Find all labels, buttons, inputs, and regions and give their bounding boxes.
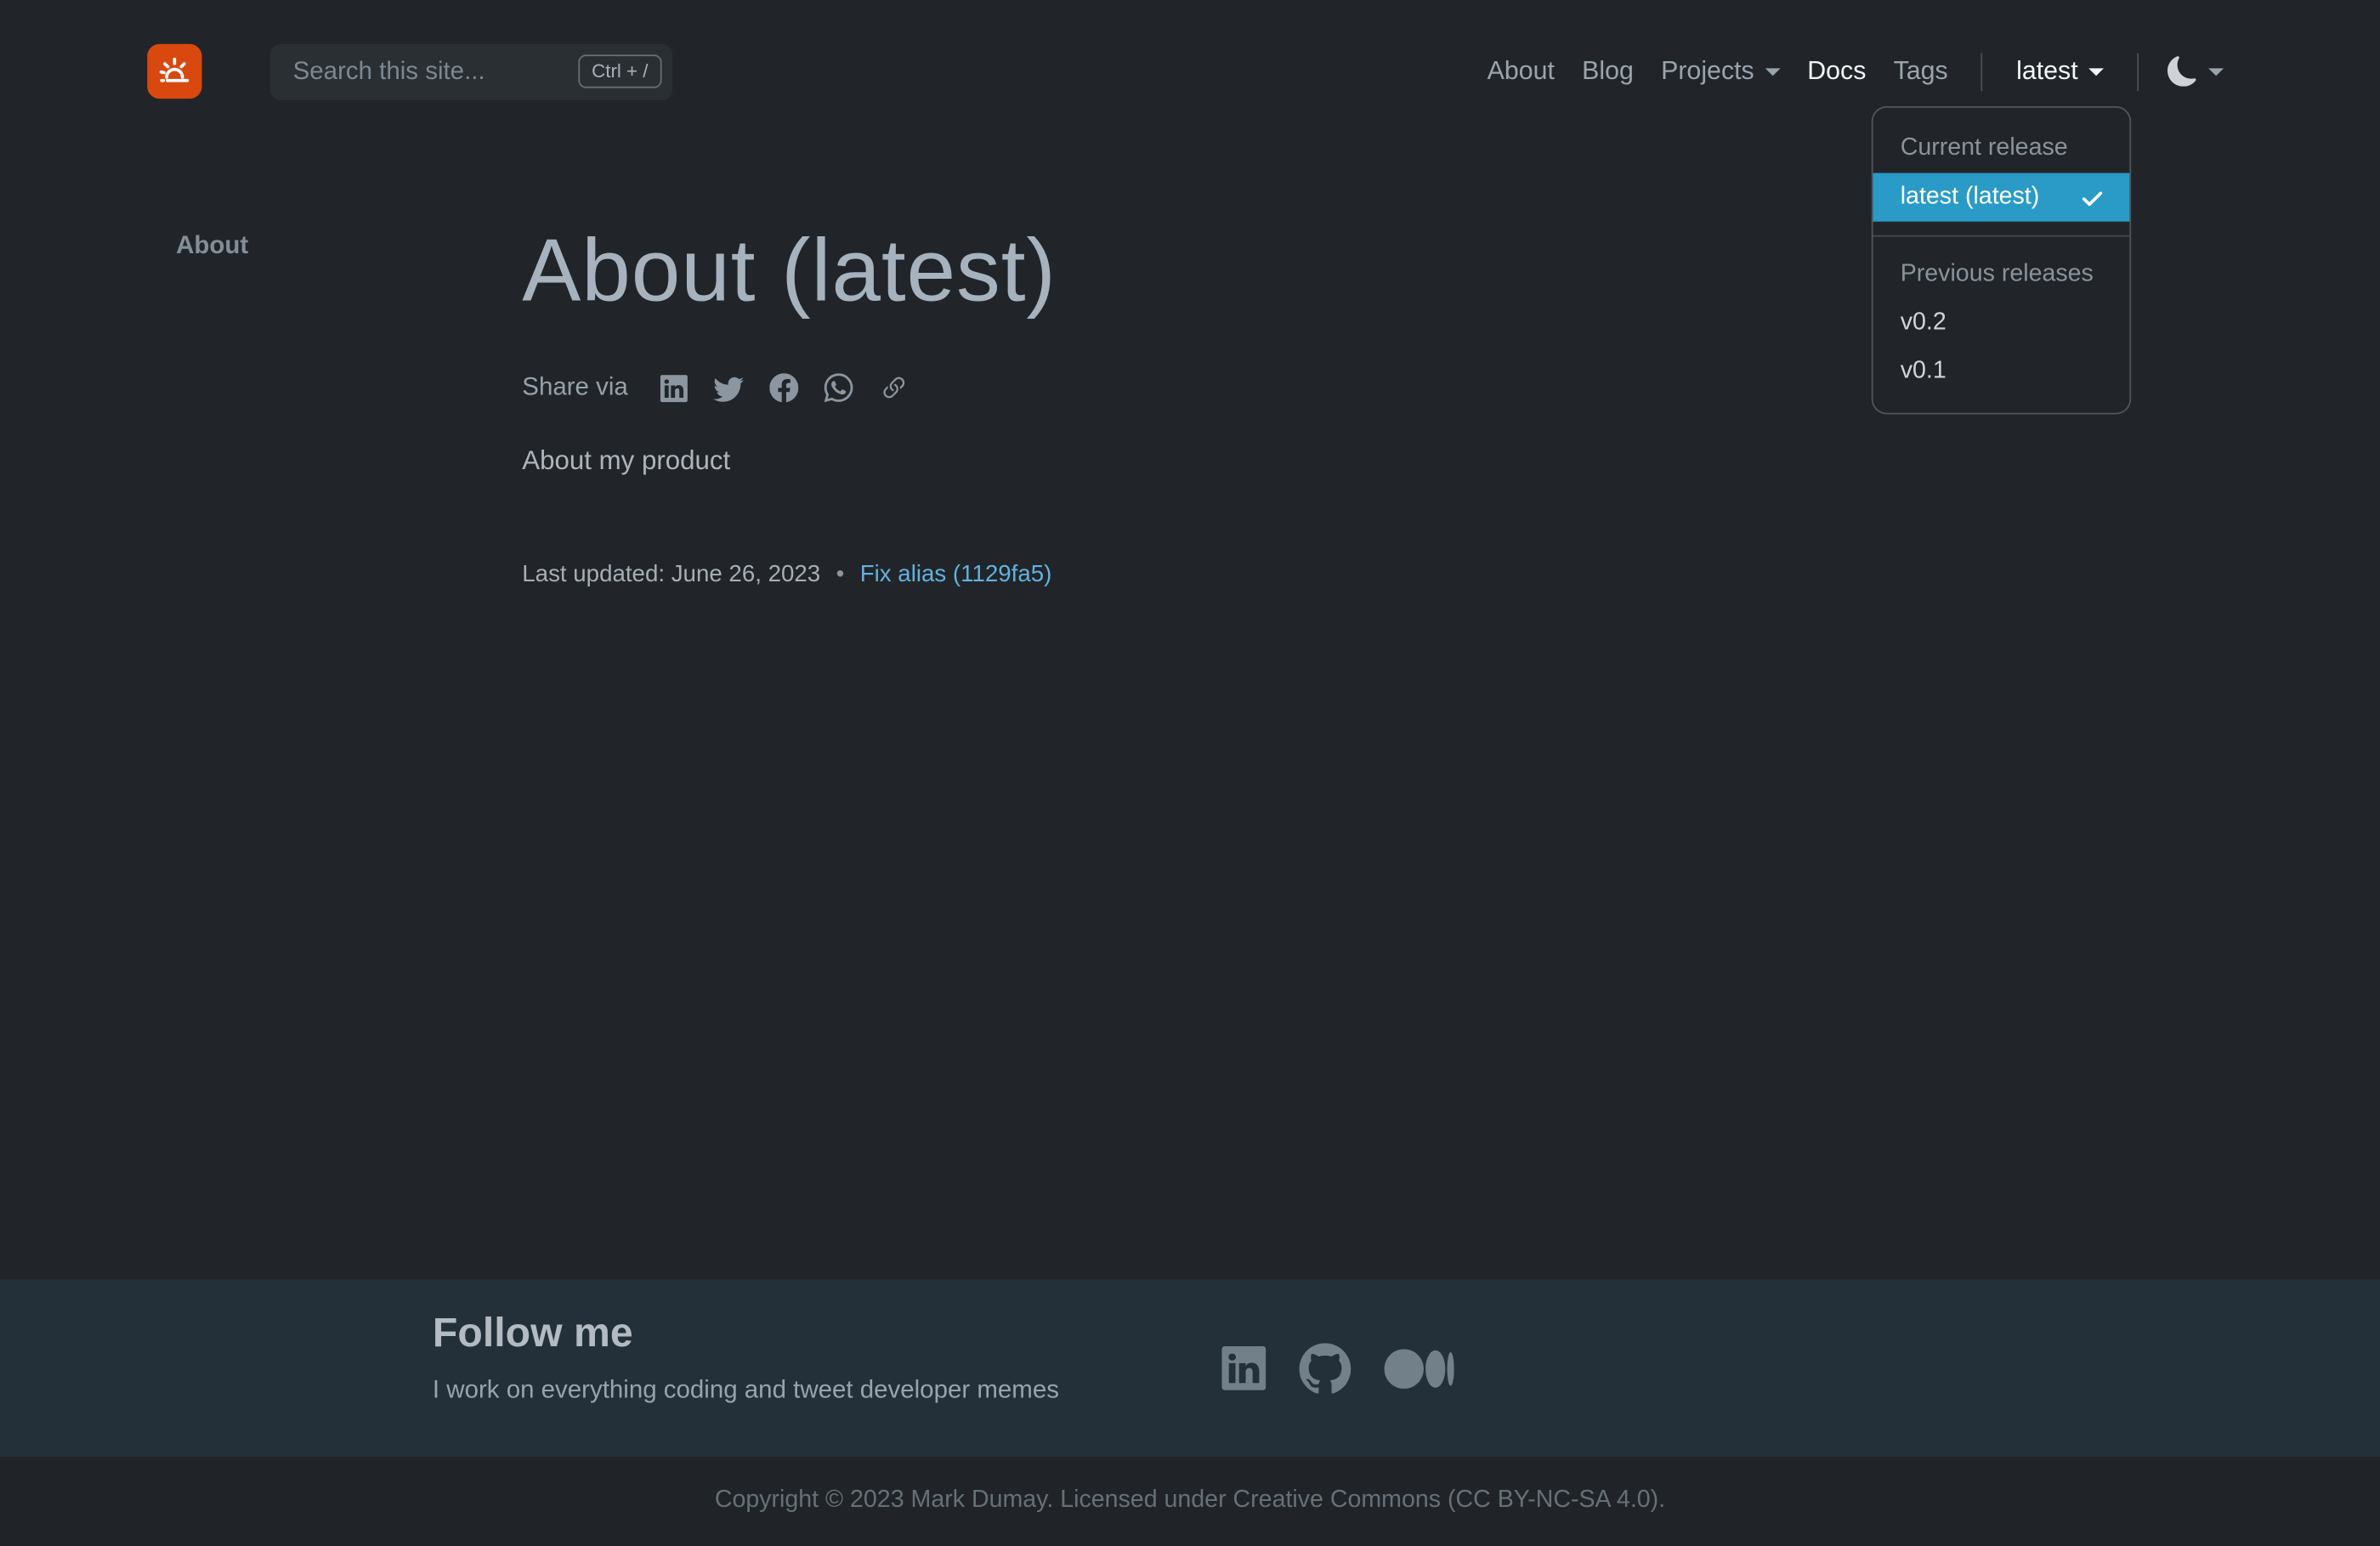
version-dropdown-toggle[interactable]: latest [2003,56,2117,87]
meta-bullet: • [836,561,845,586]
linkedin-icon [660,375,687,402]
nav-divider [1981,53,1983,91]
caret-down-icon [2088,67,2104,75]
link-icon [878,373,909,404]
medium-icon [1385,1349,1454,1388]
github-profile-link[interactable] [1300,1342,1352,1394]
commit-link[interactable]: Fix alias (1129fa5) [860,561,1052,586]
article: About (latest) Share via [522,222,1797,589]
version-item-latest-label: latest (latest) [1901,184,2040,211]
copyright-bar: Copyright © 2023 Mark Dumay. Licensed un… [0,1457,2380,1546]
footer-tagline: I work on everything coding and tweet de… [433,1377,1059,1406]
facebook-icon [769,374,798,403]
moon-icon [2168,56,2198,87]
version-item-v0-2[interactable]: v0.2 [1873,299,2130,348]
medium-profile-link[interactable] [1385,1349,1454,1388]
dropdown-divider [1873,235,2130,237]
search-shortcut-kbd: Ctrl + / [578,54,662,88]
share-label: Share via [522,374,627,403]
page: Ctrl + / About Blog Projects Docs Tags l… [0,0,2380,1546]
article-body: About my product [522,445,1797,477]
dropdown-header-previous: Previous releases [1873,251,2130,299]
nav-item-about[interactable]: About [1474,56,1568,87]
caret-down-icon [2208,67,2224,75]
linkedin-icon [1221,1346,1266,1390]
dropdown-header-current: Current release [1873,124,2130,173]
version-label: latest [2016,56,2078,87]
twitter-icon [713,373,744,404]
whatsapp-share-button[interactable] [824,374,853,403]
footer-heading: Follow me [433,1310,1059,1356]
nav-item-tags[interactable]: Tags [1879,56,1961,87]
nav-divider [2137,53,2139,91]
facebook-share-button[interactable] [769,374,798,403]
share-row: Share via [522,373,1797,404]
nav-item-blog[interactable]: Blog [1568,56,1647,87]
article-meta: Last updated: June 26, 2023 • Fix alias … [522,561,1797,588]
nav-item-projects[interactable]: Projects [1647,56,1794,87]
nav-item-projects-label: Projects [1661,56,1754,87]
caret-down-icon [1765,67,1780,75]
linkedin-share-button[interactable] [660,375,687,402]
last-updated-text: Last updated: June 26, 2023 [522,561,820,586]
footer-text-block: Follow me I work on everything coding an… [433,1310,1059,1406]
linkedin-profile-link[interactable] [1221,1346,1266,1390]
twitter-share-button[interactable] [713,373,744,404]
copy-link-button[interactable] [878,373,909,404]
version-item-latest[interactable]: latest (latest) [1873,173,2130,222]
sidebar-item-about[interactable]: About [176,232,248,261]
footer-social-links [1221,1279,1454,1457]
version-dropdown-menu: Current release latest (latest) Previous… [1872,106,2131,414]
site-search: Ctrl + / [270,43,672,99]
theme-toggle[interactable] [2158,56,2233,87]
brand-logo[interactable] [147,44,201,99]
search-input[interactable] [290,55,578,88]
page-title: About (latest) [522,222,1797,323]
version-item-v0-1[interactable]: v0.1 [1873,348,2130,396]
footer: Follow me I work on everything coding an… [0,1279,2380,1457]
github-icon [1300,1342,1352,1394]
nav-menu: About Blog Projects Docs Tags latest [1474,53,2233,91]
sunrise-logo-icon [155,52,194,91]
check-icon [2079,184,2105,210]
whatsapp-icon [824,374,853,403]
nav-item-docs[interactable]: Docs [1794,56,1879,87]
copyright-text: Copyright © 2023 Mark Dumay. Licensed un… [715,1488,1665,1515]
